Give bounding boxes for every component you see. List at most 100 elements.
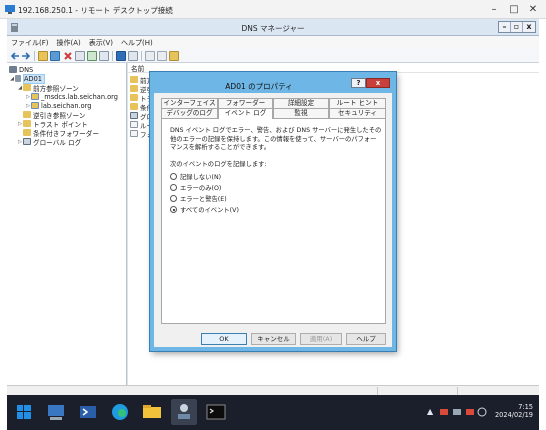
folder-icon [23, 120, 31, 127]
edge-icon[interactable] [107, 399, 133, 425]
dns-close-button[interactable]: x [523, 22, 535, 32]
menu-file[interactable]: ファイル(F) [7, 36, 53, 49]
cancel-button[interactable]: キャンセル [251, 333, 296, 345]
doc-icon [130, 130, 138, 137]
dialog-title: AD01 のプロパティ [225, 82, 293, 91]
toolbar-separator [141, 51, 142, 61]
folder-icon [130, 85, 138, 92]
tab-root-hints[interactable]: ルート ヒント [329, 98, 386, 108]
status-divider [457, 387, 458, 395]
remote-desktop-icon [5, 5, 15, 14]
menu-view[interactable]: 表示(V) [85, 36, 117, 49]
new-zone-icon[interactable] [169, 51, 179, 61]
refresh-icon[interactable] [87, 51, 97, 61]
clock-date: 2024/02/19 [494, 411, 533, 419]
server-icon [15, 75, 21, 82]
radio-errors-only[interactable]: エラーのみ(O) [170, 183, 221, 192]
folder-icon [23, 129, 31, 136]
log-icon [130, 112, 138, 119]
dns-maximize-button[interactable]: ▫ [511, 22, 523, 32]
rdp-window-title: 192.168.250.1 - リモート デスクトップ接続 [18, 6, 173, 15]
windows-start-icon[interactable] [11, 399, 37, 425]
clock-time: 7:15 [518, 403, 533, 411]
tab-advanced[interactable]: 詳細設定 [273, 98, 329, 108]
tree-item-forward-zones[interactable]: ◢ 前方参照ゾーン [17, 83, 79, 93]
rdp-maximize-button[interactable]: □ [507, 3, 521, 16]
doc-icon [130, 121, 138, 128]
tab-forwarders[interactable]: フォワーダー [218, 98, 273, 108]
dns-window-controls: – ▫ x [498, 21, 536, 33]
toolbar-separator [112, 51, 113, 61]
network-icon[interactable] [439, 407, 449, 417]
console-tree: DNS ◢ AD01 ◢ 前方参照ゾーン ▷ _msdcs.lab.seicha… [7, 63, 127, 385]
rdp-minimize-button[interactable]: – [487, 3, 501, 16]
toolbar-separator [34, 51, 35, 61]
dialog-close-button[interactable]: x [366, 78, 390, 88]
export-list-icon[interactable] [99, 51, 109, 61]
zone-icon [31, 102, 39, 109]
taskbar-clock[interactable]: 7:15 2024/02/19 [495, 403, 533, 419]
server-list-icon[interactable] [145, 51, 155, 61]
records-icon[interactable] [157, 51, 167, 61]
action-center-icon[interactable] [465, 407, 475, 417]
radio-no-events[interactable]: 記録しない(N) [170, 172, 221, 181]
tree-item-global-logs[interactable]: ▷ グローバル ログ [17, 137, 81, 147]
menu-help[interactable]: ヘルプ(H) [117, 36, 157, 49]
notification-icon[interactable] [477, 407, 487, 417]
folder-icon [130, 103, 138, 110]
apply-button[interactable]: 適用(A) [300, 333, 342, 345]
folder-icon [130, 76, 138, 83]
show-tree-icon[interactable] [50, 51, 60, 61]
dns-manager-title: DNS マネージャー [241, 24, 305, 33]
back-arrow-icon[interactable] [10, 51, 20, 61]
dns-minimize-button[interactable]: – [499, 22, 511, 32]
properties-dialog: AD01 のプロパティ ? x インターフェイス フォワーダー 詳細設定 ルート… [150, 72, 396, 351]
rdp-close-button[interactable]: ✕ [526, 3, 540, 16]
tree-item-msdcs-zone[interactable]: ▷ _msdcs.lab.seichan.org [25, 92, 118, 101]
tab-event-logging[interactable]: イベント ログ [218, 108, 273, 119]
help-button[interactable]: ヘルプ [346, 333, 386, 345]
radio-button[interactable] [170, 195, 177, 202]
zone-icon [31, 93, 39, 100]
status-divider [377, 387, 378, 395]
help-icon[interactable] [116, 51, 126, 61]
file-explorer-icon[interactable] [139, 399, 165, 425]
tab-interfaces[interactable]: インターフェイス [161, 98, 218, 108]
speaker-icon[interactable] [452, 407, 462, 417]
log-events-prompt: 次のイベントのログを記録します: [170, 161, 267, 168]
radio-button-selected[interactable] [170, 206, 177, 213]
remote-screen: DNS マネージャー – ▫ x ファイル(F) 操作(A) 表示(V) ヘルプ… [7, 19, 539, 430]
console-icon[interactable] [128, 51, 138, 61]
properties-icon[interactable] [75, 51, 85, 61]
dns-manager-icon[interactable] [171, 399, 197, 425]
radio-button[interactable] [170, 184, 177, 191]
folder-icon [130, 94, 138, 101]
event-log-description: DNS イベント ログでエラー、警告、および DNS サーバーに発生したその他の… [170, 127, 382, 151]
radio-all-events[interactable]: すべてのイベント(V) [170, 205, 239, 214]
status-bar [7, 385, 539, 395]
forward-arrow-icon[interactable] [21, 51, 31, 61]
server-manager-icon[interactable] [43, 399, 69, 425]
toolbar [7, 49, 539, 63]
log-icon [23, 138, 31, 145]
dialog-body: インターフェイス フォワーダー 詳細設定 ルート ヒント デバッグのログ イベン… [154, 93, 392, 347]
radio-errors-and-warnings[interactable]: エラーと警告(E) [170, 194, 227, 203]
tray-overflow-chevron-icon[interactable]: ▲ [427, 407, 433, 417]
radio-button[interactable] [170, 173, 177, 180]
tab-monitoring[interactable]: 監視 [273, 108, 329, 118]
powershell-icon[interactable] [75, 399, 101, 425]
delete-icon[interactable] [63, 51, 73, 61]
dns-server-icon [9, 66, 17, 73]
up-folder-icon[interactable] [38, 51, 48, 61]
command-prompt-icon[interactable] [203, 399, 229, 425]
menu-action[interactable]: 操作(A) [53, 36, 85, 49]
rdp-title-bar: 192.168.250.1 - リモート デスクトップ接続 – □ ✕ [0, 0, 546, 19]
folder-icon [23, 111, 31, 118]
tab-security[interactable]: セキュリティ [329, 108, 386, 118]
dns-manager-title-bar: DNS マネージャー – ▫ x [7, 19, 539, 36]
taskbar: ▲ 7:15 2024/02/19 [7, 395, 539, 430]
tab-debug-logging[interactable]: デバッグのログ [161, 108, 218, 118]
menu-bar: ファイル(F) 操作(A) 表示(V) ヘルプ(H) [7, 36, 539, 49]
ok-button[interactable]: OK [201, 333, 247, 345]
dialog-help-button[interactable]: ? [351, 78, 366, 88]
